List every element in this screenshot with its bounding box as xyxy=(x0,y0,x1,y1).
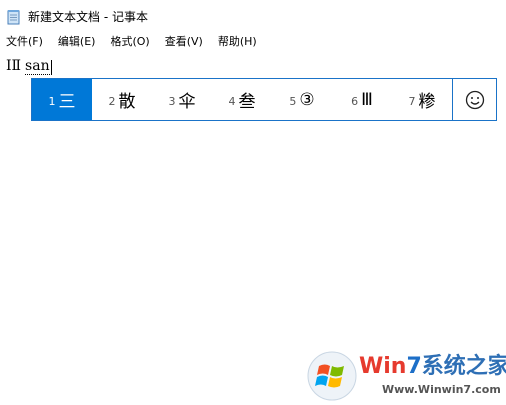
windows-logo-icon xyxy=(307,351,357,401)
candidate-number: 4 xyxy=(228,95,236,108)
ime-composition-text: san xyxy=(25,58,50,75)
ime-candidate-1[interactable]: 1三 xyxy=(32,79,92,120)
typed-text: ⅠⅡ xyxy=(6,58,22,74)
candidate-number: 6 xyxy=(351,95,359,108)
brand-seven: 7 xyxy=(406,354,422,379)
brand-win: Win xyxy=(359,354,407,379)
candidate-text: 糁 xyxy=(418,92,436,112)
ime-candidate-4[interactable]: 4叁 xyxy=(212,79,272,120)
candidate-text: ③ xyxy=(299,89,315,110)
candidate-text: 伞 xyxy=(178,92,196,112)
emoji-button[interactable] xyxy=(453,79,496,120)
brand-chinese: 系统之家 xyxy=(421,354,506,379)
menu-bar: 文件(F) 编辑(E) 格式(O) 查看(V) 帮助(H) xyxy=(0,32,506,52)
editor-line: ⅠⅡ san xyxy=(6,57,52,75)
ime-candidate-2[interactable]: 2散 xyxy=(92,79,152,120)
menu-format[interactable]: 格式(O) xyxy=(105,32,154,52)
text-caret xyxy=(50,60,52,75)
notepad-window: 新建文本文档 - 记事本 文件(F) 编辑(E) 格式(O) 查看(V) 帮助(… xyxy=(0,0,506,405)
notepad-icon xyxy=(7,10,20,25)
menu-file[interactable]: 文件(F) xyxy=(0,32,48,52)
menu-edit[interactable]: 编辑(E) xyxy=(53,32,101,52)
candidate-number: 5 xyxy=(289,95,297,108)
watermark-brand: Win7系统之家 xyxy=(359,354,506,380)
candidate-number: 1 xyxy=(48,95,56,108)
candidate-text: 散 xyxy=(118,92,136,112)
candidate-text: 三 xyxy=(58,92,76,112)
site-watermark: Win7系统之家 Www.Winwin7.com xyxy=(306,348,506,405)
ime-candidate-5[interactable]: 5③ xyxy=(272,79,332,120)
window-title: 新建文本文档 - 记事本 xyxy=(28,10,148,24)
ime-candidate-6[interactable]: 6Ⅲ xyxy=(332,79,392,120)
ime-candidate-3[interactable]: 3伞 xyxy=(152,79,212,120)
candidate-number: 3 xyxy=(168,95,176,108)
candidate-number: 7 xyxy=(408,95,416,108)
ime-candidate-bar: 1三 2散 3伞 4叁 5③ 6Ⅲ 7糁 xyxy=(31,78,497,121)
watermark-url: Www.Winwin7.com xyxy=(382,383,501,396)
menu-help[interactable]: 帮助(H) xyxy=(213,32,262,52)
candidate-text: 叁 xyxy=(238,92,256,112)
menu-view[interactable]: 查看(V) xyxy=(160,32,208,52)
title-bar[interactable]: 新建文本文档 - 记事本 xyxy=(0,0,506,31)
smiley-icon xyxy=(465,90,484,109)
candidate-text: Ⅲ xyxy=(361,89,373,110)
ime-candidate-7[interactable]: 7糁 xyxy=(392,79,452,120)
candidate-number: 2 xyxy=(108,95,116,108)
